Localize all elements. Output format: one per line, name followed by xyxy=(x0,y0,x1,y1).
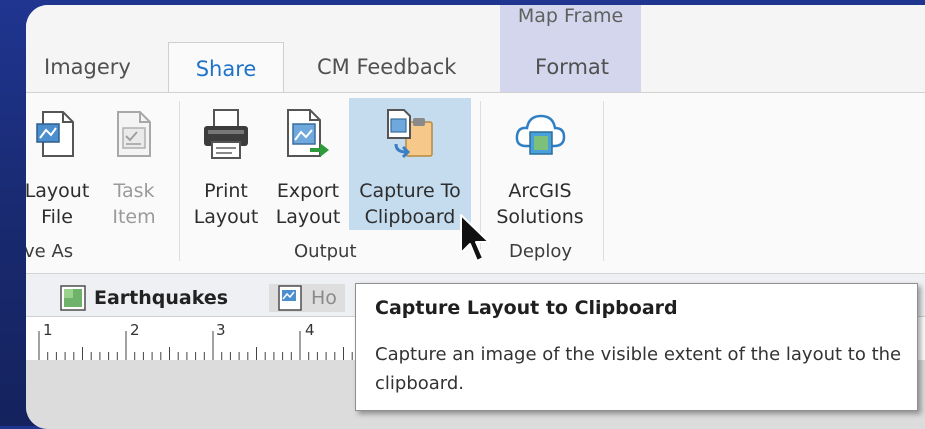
tab-share[interactable]: Share xyxy=(168,42,284,94)
task-item-button[interactable]: Task Item xyxy=(98,98,170,230)
view-tab-layout[interactable]: Ho xyxy=(269,284,345,312)
printer-icon xyxy=(204,109,248,159)
deploy-group-label: Deploy xyxy=(509,241,573,262)
ruler-number: 1 xyxy=(43,321,53,339)
layout-file-button[interactable]: Layout File xyxy=(26,98,94,230)
tab-share-label: Share xyxy=(195,57,257,81)
print-layout-label-2: Layout xyxy=(193,206,259,228)
tab-format[interactable]: Format xyxy=(535,55,609,79)
task-item-icon xyxy=(117,111,151,157)
map-view-icon xyxy=(60,285,86,311)
tooltip-body: Capture an image of the visible extent o… xyxy=(375,344,902,394)
group-separator xyxy=(603,101,604,261)
layout-view-icon xyxy=(278,285,302,311)
layout-file-icon xyxy=(36,111,74,157)
mouse-pointer-icon xyxy=(460,214,490,262)
capture-layout-tooltip: Capture Layout to Clipboard Capture an i… xyxy=(355,283,918,411)
capture-to-clipboard-button[interactable]: Capture To Clipboard xyxy=(349,98,471,230)
ruler-number: 2 xyxy=(130,321,140,339)
arcgis-solutions-label-2: Solutions xyxy=(496,206,584,228)
view-tab-earthquakes[interactable]: Earthquakes xyxy=(60,284,228,312)
arcgis-solutions-cloud-icon xyxy=(515,114,566,155)
layout-file-label-2: File xyxy=(41,206,73,228)
clipboard-capture-icon xyxy=(387,109,433,159)
tab-imagery[interactable]: Imagery xyxy=(44,55,131,79)
tooltip-title: Capture Layout to Clipboard xyxy=(375,297,678,319)
ribbon-tab-bar: Map Frame Imagery Share CM Feedback Form… xyxy=(26,5,925,94)
capture-to-clipboard-label-2: Clipboard xyxy=(364,206,456,228)
print-layout-label-1: Print xyxy=(204,180,248,202)
export-layout-button[interactable]: Export Layout xyxy=(271,98,345,230)
capture-to-clipboard-label-1: Capture To xyxy=(359,180,461,202)
task-item-label-1: Task xyxy=(113,180,155,202)
save-as-group-label: ve As xyxy=(26,241,74,262)
tab-cm-feedback[interactable]: CM Feedback xyxy=(317,55,456,79)
export-layout-label-1: Export xyxy=(276,180,340,202)
ruler-number: 4 xyxy=(305,321,315,339)
layout-file-label-1: Layout xyxy=(26,180,90,202)
arcgis-solutions-button[interactable]: ArcGIS Solutions xyxy=(488,98,592,230)
group-separator xyxy=(179,101,180,261)
context-group-title: Map Frame xyxy=(517,5,624,27)
ruler-number: 3 xyxy=(216,321,226,339)
print-layout-button[interactable]: Print Layout xyxy=(189,98,263,230)
view-tab-label: Ho xyxy=(311,287,337,309)
view-tab-label: Earthquakes xyxy=(94,287,229,309)
export-layout-icon xyxy=(287,109,329,157)
export-layout-label-2: Layout xyxy=(275,206,341,228)
task-item-label-2: Item xyxy=(112,206,156,228)
arcgis-solutions-label-1: ArcGIS xyxy=(508,180,572,202)
output-group-label: Output xyxy=(294,241,357,262)
